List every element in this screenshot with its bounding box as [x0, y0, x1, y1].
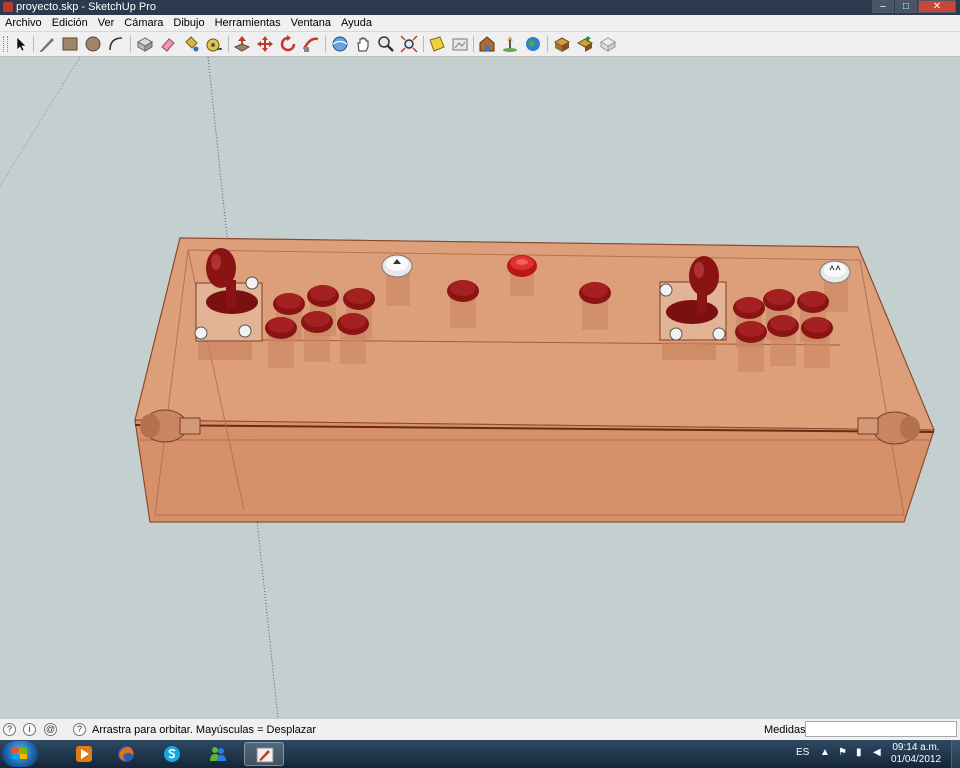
geo-location-icon[interactable]: ? — [3, 723, 16, 736]
action-buttons-right — [733, 289, 833, 372]
volume-icon[interactable]: ◀ — [873, 748, 883, 758]
sketchup-icon — [256, 747, 274, 763]
make-component-icon[interactable] — [136, 35, 154, 53]
toolbar-grip[interactable] — [3, 36, 8, 52]
measurements-label: Medidas — [764, 724, 806, 736]
menu-ayuda[interactable]: Ayuda — [336, 15, 377, 31]
status-hint: Arrastra para orbitar. Mayúsculas = Desp… — [92, 724, 317, 736]
push-pull-icon[interactable] — [233, 35, 251, 53]
show-desktop-button[interactable] — [951, 740, 960, 768]
menu-ver[interactable]: Ver — [93, 15, 120, 31]
taskbar-sketchup[interactable] — [244, 742, 284, 766]
title-bar: proyecto.skp - SketchUp Pro – □ ✕ — [0, 0, 960, 15]
taskbar-messenger[interactable] — [198, 742, 238, 766]
section-plane-icon[interactable] — [428, 35, 446, 53]
skype-icon — [164, 746, 180, 762]
zoom-icon[interactable] — [377, 35, 395, 53]
rotate-icon[interactable] — [279, 35, 297, 53]
arcade-button — [801, 317, 833, 368]
tape-measure-icon[interactable] — [205, 35, 223, 53]
circle-icon[interactable] — [84, 35, 102, 53]
menu-dibujo[interactable]: Dibujo — [168, 15, 209, 31]
messenger-icon — [210, 747, 226, 761]
close-button[interactable]: ✕ — [918, 0, 956, 13]
menu-bar: Archivo Edición Ver Cámara Dibujo Herram… — [0, 15, 960, 32]
credits-icon[interactable]: i — [23, 723, 36, 736]
windows-logo-icon — [12, 748, 27, 759]
arcade-button — [301, 311, 333, 362]
toolbar-separator — [547, 36, 548, 52]
clock-date: 01/04/2012 — [890, 754, 942, 765]
network-icon[interactable]: ▮ — [856, 748, 866, 758]
minimize-button[interactable]: – — [872, 0, 894, 13]
arc-icon[interactable] — [107, 35, 125, 53]
sketchup-app-icon — [3, 2, 13, 12]
firefox-icon — [118, 746, 134, 762]
arcade-panel-model — [0, 57, 935, 718]
clock-time: 09:14 a.m. — [892, 742, 940, 753]
start-button[interactable] — [2, 741, 38, 767]
window-title: proyecto.skp - SketchUp Pro — [16, 1, 157, 13]
menu-camara[interactable]: Cámara — [119, 15, 168, 31]
taskbar-firefox[interactable] — [106, 742, 146, 766]
get-models-icon[interactable] — [553, 35, 571, 53]
toolbar-separator — [473, 36, 474, 52]
extension-icon[interactable] — [599, 35, 617, 53]
center-button-right — [579, 282, 611, 330]
arcade-button — [265, 317, 297, 368]
red-stop-button — [507, 255, 537, 296]
taskbar: ES ▲ ⚑ ▮ ◀ 09:14 a.m. 01/04/2012 — [0, 740, 960, 768]
status-bar: ? i @ ? Arrastra para orbitar. Mayúscula… — [0, 718, 960, 741]
zoom-extents-icon[interactable] — [400, 35, 418, 53]
white-start-button-left — [381, 254, 413, 306]
media-player-icon — [76, 746, 92, 762]
warehouse-icon[interactable] — [478, 35, 496, 53]
action-center-flag-icon[interactable]: ⚑ — [838, 748, 848, 758]
help-icon[interactable]: ? — [73, 723, 86, 736]
orbit-icon[interactable] — [331, 35, 349, 53]
select-tool-icon[interactable] — [12, 35, 30, 53]
toolbar-separator — [33, 36, 34, 52]
arcade-button — [735, 321, 767, 372]
system-clock[interactable]: 09:14 a.m. 01/04/2012 — [884, 742, 948, 766]
center-button-left — [447, 280, 479, 328]
menu-herramientas[interactable]: Herramientas — [210, 15, 286, 31]
toolbar-separator — [423, 36, 424, 52]
maximize-button[interactable]: □ — [895, 0, 917, 13]
menu-ventana[interactable]: Ventana — [286, 15, 336, 31]
action-buttons-left — [265, 285, 375, 368]
menu-edicion[interactable]: Edición — [47, 15, 93, 31]
eraser-icon[interactable] — [159, 35, 177, 53]
rectangle-icon[interactable] — [61, 35, 79, 53]
follow-me-icon[interactable] — [302, 35, 320, 53]
add-location-icon[interactable] — [501, 35, 519, 53]
arcade-button — [337, 313, 369, 364]
toolbar-separator — [228, 36, 229, 52]
toolbar-separator — [130, 36, 131, 52]
google-earth-icon[interactable] — [524, 35, 542, 53]
arcade-button — [767, 315, 799, 366]
move-icon[interactable] — [256, 35, 274, 53]
toolbar — [0, 32, 960, 57]
paint-bucket-icon[interactable] — [182, 35, 200, 53]
window-controls: – □ ✕ — [871, 0, 956, 14]
taskbar-media-player[interactable] — [64, 742, 104, 766]
language-indicator[interactable]: ES — [796, 747, 809, 758]
menu-archivo[interactable]: Archivo — [0, 15, 47, 31]
show-hidden-icons-icon[interactable]: ▲ — [820, 748, 830, 758]
toolbar-separator — [325, 36, 326, 52]
modeling-viewport[interactable] — [0, 57, 960, 718]
pencil-line-icon[interactable] — [38, 35, 56, 53]
share-model-icon[interactable] — [576, 35, 594, 53]
measurements-input[interactable] — [805, 721, 957, 737]
import-icon[interactable] — [451, 35, 469, 53]
user-icon[interactable]: @ — [44, 723, 57, 736]
taskbar-skype[interactable] — [152, 742, 192, 766]
pan-icon[interactable] — [354, 35, 372, 53]
